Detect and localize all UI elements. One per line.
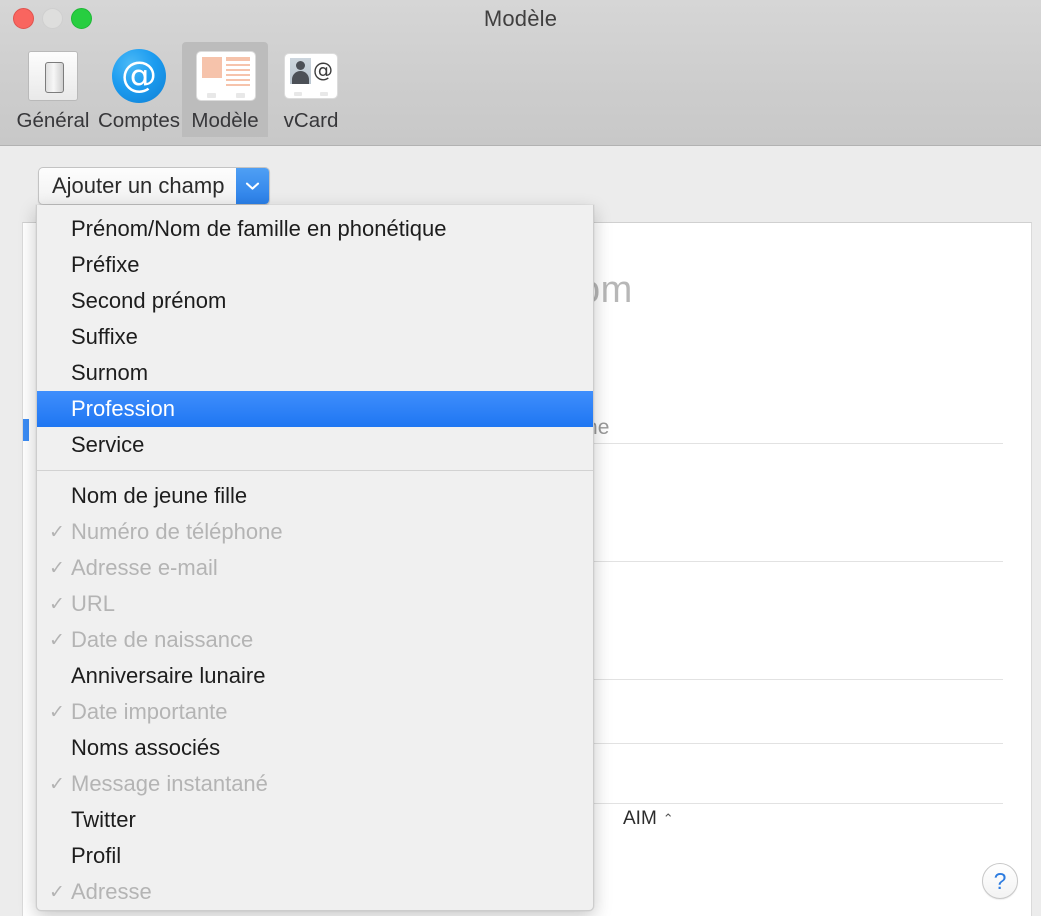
menu-item-profile[interactable]: Profil <box>37 838 593 874</box>
check-icon: ✓ <box>49 593 65 615</box>
menu-item-label: URL <box>71 591 116 616</box>
help-button[interactable]: ? <box>982 863 1018 899</box>
menu-separator <box>37 470 593 471</box>
menu-item-label: Adresse <box>71 879 152 904</box>
menu-item-birthday: ✓ Date de naissance <box>37 622 593 658</box>
menu-item-label: Surnom <box>71 360 149 385</box>
general-switch-icon <box>25 48 81 104</box>
menu-item-label: Noms associés <box>71 735 221 760</box>
check-icon: ✓ <box>49 521 65 543</box>
menu-item-url: ✓ URL <box>37 586 593 622</box>
chevron-down-icon[interactable] <box>236 168 270 204</box>
menu-item-label: Suffixe <box>71 324 138 349</box>
menu-item-label: Préfixe <box>71 252 140 277</box>
menu-item-label: Anniversaire lunaire <box>71 663 266 688</box>
check-icon: ✓ <box>49 701 65 723</box>
add-field-label: Ajouter un champ <box>52 173 225 198</box>
field-accent-bar <box>23 419 29 441</box>
menu-item-label: Message instantané <box>71 771 268 796</box>
tab-vcard[interactable]: @ vCard <box>268 42 354 137</box>
template-pane: Nom phone AIM ⌃ Ajouter un champ ? <box>0 146 1041 916</box>
check-icon: ✓ <box>49 881 65 903</box>
at-sign-circle-icon: @ <box>111 48 167 104</box>
menu-item-address: ✓ Adresse <box>37 874 593 910</box>
menu-item-department[interactable]: Service <box>37 427 593 463</box>
menu-item-label: Twitter <box>71 807 136 832</box>
menu-item-label: Prénom/Nom de famille en phonétique <box>71 216 447 241</box>
preferences-window: Modèle Général @ Comptes Modèle @ vCard … <box>0 0 1041 916</box>
tab-general[interactable]: Général <box>10 42 96 137</box>
window-titlebar: Modèle Général @ Comptes Modèle @ vCard <box>0 0 1041 146</box>
check-icon: ✓ <box>49 557 65 579</box>
menu-item-related-names[interactable]: Noms associés <box>37 730 593 766</box>
page-title: Modèle <box>483 6 558 31</box>
tab-general-label: Général <box>16 109 90 132</box>
menu-item-nickname[interactable]: Surnom <box>37 355 593 391</box>
menu-item-prefix[interactable]: Préfixe <box>37 247 593 283</box>
tab-template[interactable]: Modèle <box>182 42 268 137</box>
card-im-service-row[interactable]: AIM ⌃ <box>623 808 674 830</box>
menu-item-label: Nom de jeune fille <box>71 483 248 508</box>
check-icon: ✓ <box>49 773 65 795</box>
menu-item-label: Adresse e-mail <box>71 555 218 580</box>
menu-item-lunar-birthday[interactable]: Anniversaire lunaire <box>37 658 593 694</box>
menu-item-phonetic-name[interactable]: Prénom/Nom de famille en phonétique <box>37 211 593 247</box>
menu-item-label: Profil <box>71 843 122 868</box>
add-field-menu[interactable]: Prénom/Nom de famille en phonétique Préf… <box>36 205 594 911</box>
menu-group-details: Nom de jeune fille ✓ Numéro de téléphone… <box>37 478 593 910</box>
menu-item-suffix[interactable]: Suffixe <box>37 319 593 355</box>
tab-template-label: Modèle <box>191 109 259 132</box>
contact-card-icon <box>197 48 255 104</box>
tab-accounts-label: Comptes <box>97 109 181 132</box>
menu-group-names: Prénom/Nom de famille en phonétique Préf… <box>37 211 593 463</box>
menu-item-middle-name[interactable]: Second prénom <box>37 283 593 319</box>
chevron-up-icon: ⌃ <box>662 811 674 826</box>
menu-item-label: Profession <box>71 396 175 421</box>
menu-item-phone-number: ✓ Numéro de téléphone <box>37 514 593 550</box>
menu-item-label: Date importante <box>71 699 228 724</box>
menu-item-email-address: ✓ Adresse e-mail <box>37 550 593 586</box>
menu-item-label: Numéro de téléphone <box>71 519 283 544</box>
card-im-service-label: AIM <box>623 808 657 829</box>
check-icon: ✓ <box>49 629 65 651</box>
add-field-button[interactable]: Ajouter un champ <box>38 167 271 205</box>
menu-item-instant-message: ✓ Message instantané <box>37 766 593 802</box>
menu-item-label: Service <box>71 432 145 457</box>
preferences-toolbar: Général @ Comptes Modèle @ vCard <box>10 42 354 137</box>
vcard-person-icon: @ <box>283 48 339 104</box>
menu-item-important-date: ✓ Date importante <box>37 694 593 730</box>
menu-item-maiden-name[interactable]: Nom de jeune fille <box>37 478 593 514</box>
menu-item-label: Date de naissance <box>71 627 254 652</box>
tab-accounts[interactable]: @ Comptes <box>96 42 182 137</box>
menu-item-label: Second prénom <box>71 288 227 313</box>
tab-vcard-label: vCard <box>283 109 339 132</box>
menu-item-twitter[interactable]: Twitter <box>37 802 593 838</box>
menu-item-job-title[interactable]: Profession <box>37 391 593 427</box>
